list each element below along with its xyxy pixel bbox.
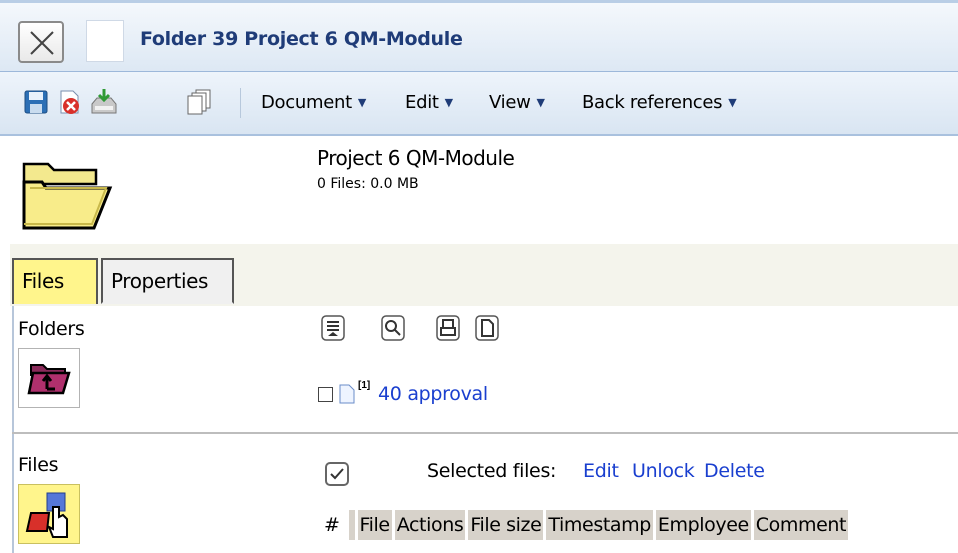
menu-document[interactable]: Document ▼: [261, 92, 366, 113]
list-icon: [321, 315, 345, 341]
copy-icon: [187, 89, 211, 115]
window-title: Folder 39 Project 6 QM-Module: [140, 28, 463, 50]
save-icon: [24, 90, 48, 114]
folder-marker: [1]: [358, 380, 371, 391]
blank-panel: [86, 20, 124, 62]
upload-files-button[interactable]: [18, 484, 80, 544]
folder-icon: [20, 158, 114, 239]
search-icon: [381, 315, 405, 341]
chevron-down-icon: ▼: [536, 96, 545, 109]
menu-back-references[interactable]: Back references ▼: [582, 92, 737, 113]
menu-edit[interactable]: Edit ▼: [405, 92, 453, 113]
column-header-employee[interactable]: Employee: [655, 510, 751, 540]
menu-view[interactable]: View ▼: [489, 92, 545, 113]
checkmark-icon: [330, 468, 344, 480]
new-document-button[interactable]: [474, 314, 500, 342]
left-border: [12, 306, 14, 553]
column-separator: [348, 510, 355, 540]
download-button[interactable]: [89, 88, 117, 116]
chevron-down-icon: ▼: [444, 96, 453, 109]
subfolder-link[interactable]: 40 approval: [378, 383, 488, 405]
print-button[interactable]: [435, 314, 461, 342]
column-header-file[interactable]: File: [357, 510, 392, 540]
save-button[interactable]: [22, 88, 50, 116]
delete-button[interactable]: [55, 88, 83, 116]
delete-icon: [60, 90, 79, 114]
column-header-number: #: [324, 514, 340, 536]
files-label: Files: [18, 454, 59, 476]
document-icon: [339, 384, 355, 409]
export-button[interactable]: [320, 314, 346, 342]
search-button[interactable]: [380, 314, 406, 342]
copy-button[interactable]: [186, 88, 214, 116]
section-divider: [12, 432, 958, 434]
tab-properties[interactable]: Properties: [101, 258, 234, 304]
close-icon: [30, 31, 54, 55]
folder-name: Project 6 QM-Module: [317, 146, 515, 170]
folder-checkbox[interactable]: [318, 387, 333, 402]
chevron-down-icon: ▼: [728, 96, 737, 109]
folder-up-icon: [27, 364, 71, 395]
toolbar-separator: [240, 88, 241, 118]
close-button[interactable]: [18, 21, 64, 63]
edit-link[interactable]: Edit: [583, 460, 619, 482]
column-header-timestamp[interactable]: Timestamp: [546, 510, 653, 540]
folder-info: 0 Files: 0.0 MB: [317, 176, 419, 192]
folder-up-button[interactable]: [18, 348, 80, 408]
menu-label: Document: [261, 92, 352, 113]
upload-icon: [25, 492, 68, 538]
unlock-link[interactable]: Unlock: [632, 460, 695, 482]
print-icon: [436, 315, 460, 341]
menu-label: Edit: [405, 92, 439, 113]
toolbar: [0, 72, 958, 136]
selected-files-label: Selected files:: [427, 460, 557, 482]
delete-link[interactable]: Delete: [704, 460, 765, 482]
download-icon: [91, 89, 117, 114]
document-icon: [475, 315, 499, 341]
select-all-button[interactable]: [325, 462, 349, 486]
column-header-file-size[interactable]: File size: [468, 510, 544, 540]
column-header-actions[interactable]: Actions: [394, 510, 466, 540]
menu-label: Back references: [582, 92, 723, 113]
chevron-down-icon: ▼: [357, 96, 367, 109]
folders-label: Folders: [18, 318, 85, 340]
column-header-comment[interactable]: Comment: [753, 510, 849, 540]
tab-files[interactable]: Files: [12, 258, 98, 304]
file-table-header: # File Actions File size Timestamp Emplo…: [322, 510, 849, 540]
menu-label: View: [489, 92, 531, 113]
